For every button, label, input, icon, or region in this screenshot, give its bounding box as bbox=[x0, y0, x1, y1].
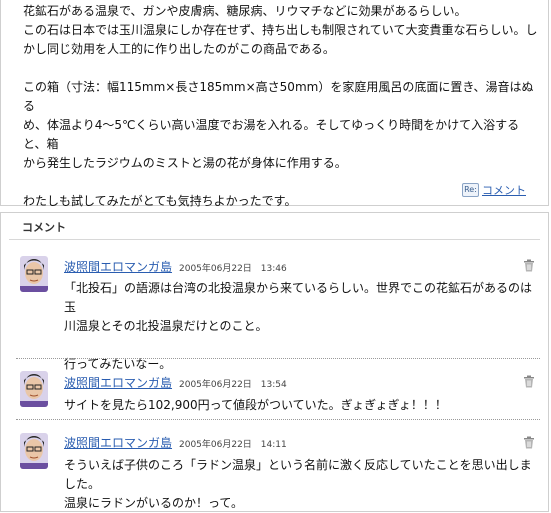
avatar-face-icon bbox=[20, 371, 48, 407]
re-icon: Re: bbox=[462, 183, 479, 197]
avatar-face-icon bbox=[20, 433, 48, 469]
article-line: かし同じ効用を人工的に作り出したのがこの商品である。 bbox=[23, 42, 335, 56]
trash-icon[interactable] bbox=[523, 373, 535, 388]
comment-link-group[interactable]: Re: コメント bbox=[462, 182, 526, 198]
comment-line: 温泉にラドンがいるのか！って。 bbox=[64, 496, 244, 510]
comment-text: サイトを見たら102,900円って値段がついていた。ぎょぎょぎょ！！！ bbox=[64, 396, 539, 415]
comment-divider bbox=[16, 358, 540, 359]
comment-line: 川温泉とその北投温泉だけとのこと。 bbox=[64, 319, 268, 333]
article-line: め、体温より4～5℃くらい高い温度でお湯を入れる。そしてゆっくり時間をかけて入浴… bbox=[23, 118, 520, 151]
comment-date: 2005年06月22日 14:11 bbox=[179, 440, 287, 450]
comment-author[interactable]: 波照間エロマンガ島 bbox=[64, 374, 172, 391]
comments-header: コメント bbox=[1, 213, 548, 237]
comments-panel: コメント 波照間エロマンガ島 2005年06月22日 13:46 「北投石」の語… bbox=[0, 212, 549, 512]
comment-line: サイトを見たら102,900円って値段がついていた。ぎょぎょぎょ！！！ bbox=[64, 398, 447, 412]
comments-title: コメント bbox=[22, 221, 66, 234]
trash-icon[interactable] bbox=[523, 434, 535, 449]
comment-divider bbox=[16, 419, 540, 420]
comment-author[interactable]: 波照間エロマンガ島 bbox=[64, 258, 172, 275]
comment-date: 2005年06月22日 13:54 bbox=[179, 380, 287, 390]
article-text: 花鉱石がある温泉で、ガンや皮膚病、糖尿病、リウマチなどに効果があるらしい。 この… bbox=[23, 2, 538, 211]
comment-line: 「北投石」の語源は台湾の北投温泉から来ているらしい。世界でこの花鉱石があるのは玉 bbox=[64, 281, 533, 314]
comment-author[interactable]: 波照間エロマンガ島 bbox=[64, 434, 172, 451]
avatar-face-icon bbox=[20, 256, 48, 292]
article-line: から発生したラジウムのミストと湯の花が身体に作用する。 bbox=[23, 156, 347, 170]
comment-text: 「北投石」の語源は台湾の北投温泉から来ているらしい。世界でこの花鉱石があるのは玉… bbox=[64, 279, 539, 374]
comment-link[interactable]: コメント bbox=[482, 182, 526, 198]
article-line: この石は日本では玉川温泉にしか存在せず、持ち出しも制限されていて大変貴重な石らし… bbox=[23, 23, 538, 37]
comment-text: そういえば子供のころ「ラドン温泉」という名前に激く反応していたことを思い出しまし… bbox=[64, 456, 539, 513]
comment-date: 2005年06月22日 13:46 bbox=[179, 264, 287, 274]
trash-icon[interactable] bbox=[523, 257, 535, 272]
article-line: わたしも試してみたがとても気持ちよかったです。 bbox=[23, 194, 297, 208]
header-divider bbox=[9, 239, 540, 240]
article-body: 花鉱石がある温泉で、ガンや皮膚病、糖尿病、リウマチなどに効果があるらしい。 この… bbox=[0, 0, 549, 208]
comment-line: そういえば子供のころ「ラドン温泉」という名前に激く反応していたことを思い出しまし… bbox=[64, 458, 532, 491]
article-line: 花鉱石がある温泉で、ガンや皮膚病、糖尿病、リウマチなどに効果があるらしい。 bbox=[23, 4, 467, 18]
article-line: この箱（寸法：幅115mm×長さ185mm×高さ50mm）を家庭用風呂の底面に置… bbox=[23, 80, 534, 113]
